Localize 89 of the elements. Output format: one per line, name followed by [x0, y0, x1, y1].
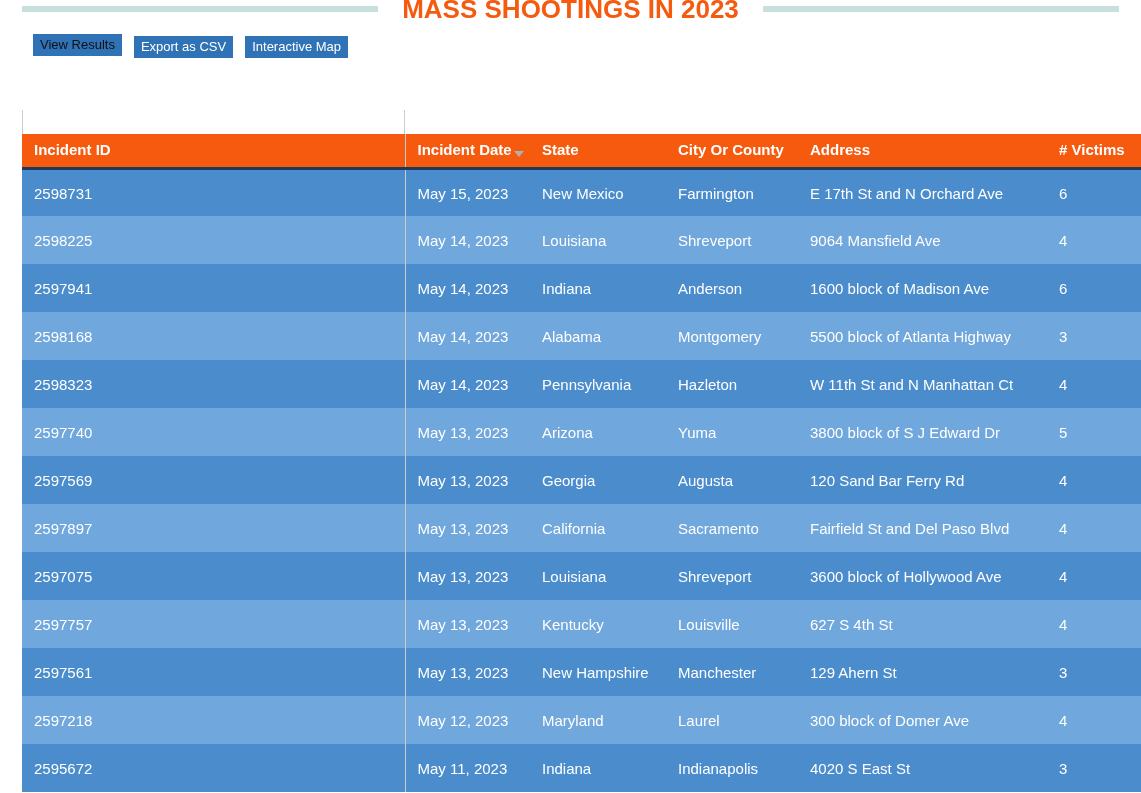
table-cell: May 11, 2023: [417, 759, 508, 777]
table-cell: 4: [1059, 375, 1068, 393]
table-cell: Louisiana: [542, 567, 607, 585]
table-cell: May 13, 2023: [417, 519, 509, 537]
column-header[interactable]: Incident ID: [34, 141, 111, 158]
table-cell: Fairfield St and Del Paso Blvd: [810, 519, 1010, 537]
table-cell: Alabama: [542, 327, 602, 345]
table-cell: 5500 block of Atlanta Highway: [810, 327, 1011, 345]
column-header[interactable]: Incident Date: [417, 141, 512, 158]
page-title: MASS SHOOTINGS IN 2023: [401, 0, 740, 22]
table-cell: Sacramento: [678, 519, 759, 537]
table-cell: May 14, 2023: [417, 231, 509, 249]
table-cell: May 14, 2023: [417, 327, 509, 345]
table-cell: 2597941: [34, 279, 93, 297]
table-cell: May 13, 2023: [417, 471, 509, 489]
column-header[interactable]: # Victims: [1059, 141, 1125, 158]
table-cell: 5: [1059, 423, 1068, 441]
table-cell: Augusta: [678, 471, 734, 489]
table-cell: 2597897: [34, 519, 93, 537]
table-cell: 2598168: [34, 327, 93, 345]
table-cell: W 11th St and N Manhattan Ct: [810, 375, 1014, 393]
table-cell: 2597569: [34, 471, 93, 489]
table-cell: 6: [1059, 184, 1068, 202]
table-cell: Indiana: [542, 279, 592, 297]
column-header[interactable]: City Or County: [678, 141, 784, 158]
table-cell: Indianapolis: [678, 759, 759, 777]
table-cell: 4: [1059, 615, 1068, 633]
table-cell: New Mexico: [542, 184, 624, 202]
table-cell: 2598731: [34, 184, 93, 202]
table-cell: Hazleton: [678, 375, 738, 393]
table-cell: Georgia: [542, 471, 596, 489]
table-cell: Shreveport: [678, 567, 752, 585]
table-cell: Indiana: [542, 759, 592, 777]
table-cell: Louisville: [678, 615, 740, 633]
table-cell: 2597561: [34, 663, 93, 681]
table-cell: 4: [1059, 471, 1068, 489]
table-cell: Louisiana: [542, 231, 607, 249]
table-cell: 6: [1059, 279, 1068, 297]
table-cell: 3: [1059, 327, 1068, 345]
table-cell: Montgomery: [678, 327, 762, 345]
table-cell: 2598323: [34, 375, 93, 393]
table-cell: Anderson: [678, 279, 743, 297]
table-cell: Arizona: [542, 423, 593, 441]
table-cell: Manchester: [678, 663, 757, 681]
column-header[interactable]: Address: [810, 141, 871, 158]
table-cell: California: [542, 519, 606, 537]
table-cell: 120 Sand Bar Ferry Rd: [810, 471, 965, 489]
table-cell: 3800 block of S J Edward Dr: [810, 423, 1001, 441]
table-cell: Farmington: [678, 184, 754, 202]
table-cell: Kentucky: [542, 615, 604, 633]
table-cell: 4020 S East St: [810, 759, 911, 777]
sort-down-icon[interactable]: [513, 151, 524, 158]
table-cell: 2597218: [34, 711, 93, 729]
table-cell: 4: [1059, 519, 1068, 537]
table-cell: 1600 block of Madison Ave: [810, 279, 989, 297]
table-cell: Laurel: [678, 711, 720, 729]
table-cell: May 14, 2023: [417, 375, 509, 393]
table-cell: 4: [1059, 231, 1068, 249]
table-cell: 9064 Mansfield Ave: [810, 231, 941, 249]
table-cell: May 13, 2023: [417, 567, 509, 585]
toolbar-button[interactable]: Export as CSV: [133, 36, 234, 58]
table-cell: Yuma: [678, 423, 717, 441]
table-cell: 3: [1059, 759, 1068, 777]
table-cell: 4: [1059, 711, 1068, 729]
table-cell: 2597740: [34, 423, 93, 441]
toolbar-button[interactable]: View Results: [33, 34, 122, 56]
table-cell: Pennsylvania: [542, 375, 632, 393]
table-cell: May 14, 2023: [417, 279, 509, 297]
table-cell: 3: [1059, 663, 1068, 681]
table-cell: 4: [1059, 567, 1068, 585]
table-cell: 300 block of Domer Ave: [810, 711, 969, 729]
table-cell: 3600 block of Hollywood Ave: [810, 567, 1002, 585]
table-cell: E 17th St and N Orchard Ave: [810, 184, 1004, 202]
table-cell: May 15, 2023: [417, 184, 509, 202]
table-cell: 2595672: [34, 759, 93, 777]
table-cell: Maryland: [542, 711, 604, 729]
table-cell: New Hampshire: [542, 663, 649, 681]
table-cell: 627 S 4th St: [810, 615, 893, 633]
table-cell: May 13, 2023: [417, 423, 509, 441]
table-cell: May 13, 2023: [417, 663, 509, 681]
table-cell: May 13, 2023: [417, 615, 509, 633]
table-cell: Shreveport: [678, 231, 752, 249]
table-cell: 2597757: [34, 615, 93, 633]
toolbar-button[interactable]: Interactive Map: [245, 36, 349, 58]
table-cell: 129 Ahern St: [810, 663, 897, 681]
table-cell: 2597075: [34, 567, 93, 585]
table-cell: May 12, 2023: [417, 711, 509, 729]
table-cell: 2598225: [34, 231, 93, 249]
column-header[interactable]: State: [542, 141, 579, 158]
